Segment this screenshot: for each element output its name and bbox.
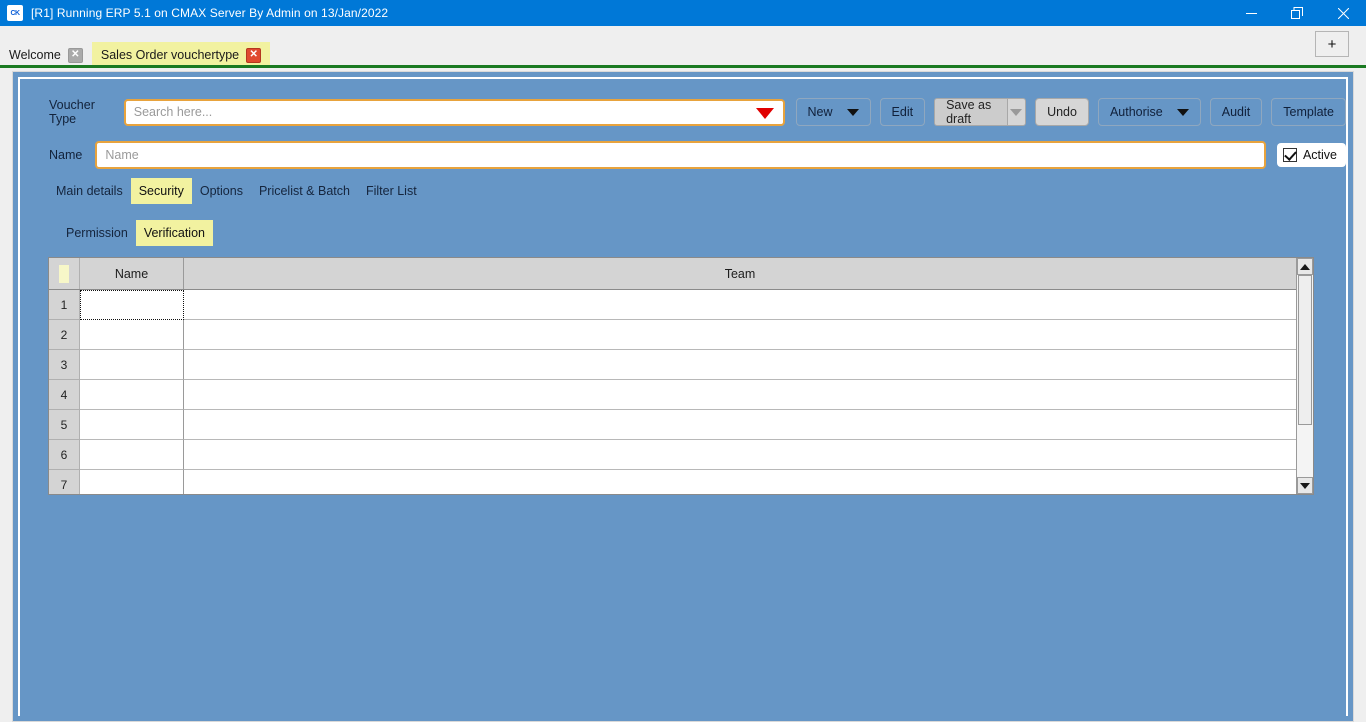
table-row[interactable]: 3 [49, 350, 1296, 380]
cell-team[interactable] [184, 320, 1296, 350]
row-number[interactable]: 5 [49, 410, 80, 440]
chevron-down-icon [846, 108, 859, 116]
voucher-type-row: Voucher Type New Edit Save as draft Undo… [20, 98, 1346, 126]
tab-security[interactable]: Security [130, 178, 192, 204]
grid-rows: 1234567 [49, 290, 1296, 494]
add-tab-button[interactable]: + [1315, 31, 1349, 57]
cell-name[interactable] [80, 350, 184, 380]
sub-tabs-underline [38, 244, 1338, 246]
tab-filter-list[interactable]: Filter List [358, 178, 425, 204]
minimize-button[interactable] [1228, 0, 1274, 26]
tab-label: Welcome [9, 48, 61, 62]
grid-select-all-icon [59, 264, 69, 283]
grid-scrollbar[interactable] [1296, 258, 1313, 494]
tab-permission[interactable]: Permission [58, 220, 136, 246]
name-input[interactable] [95, 141, 1266, 169]
close-icon[interactable]: ✕ [246, 47, 262, 63]
content-panel: Voucher Type New Edit Save as draft Undo… [12, 71, 1354, 722]
table-row[interactable]: 1 [49, 290, 1296, 320]
cell-name[interactable] [80, 320, 184, 350]
window-title: [R1] Running ERP 5.1 on CMAX Server By A… [31, 6, 389, 20]
scrollbar-thumb[interactable] [1298, 275, 1312, 425]
undo-button[interactable]: Undo [1035, 98, 1089, 126]
tab-pricelist-batch[interactable]: Pricelist & Batch [251, 178, 358, 204]
toolbar: New Edit Save as draft Undo Authorise Au… [795, 98, 1346, 126]
table-row[interactable]: 4 [49, 380, 1296, 410]
verification-grid: Name Team 1234567 [48, 257, 1314, 495]
chevron-down-icon [1176, 108, 1189, 116]
content-panel-inner: Voucher Type New Edit Save as draft Undo… [18, 77, 1348, 716]
scroll-down-button[interactable] [1297, 477, 1313, 494]
cell-team[interactable] [184, 290, 1296, 320]
sub-tabs: Permission Verification [20, 218, 1346, 246]
authorise-button-label: Authorise [1109, 105, 1163, 119]
scrollbar-track[interactable] [1297, 275, 1313, 477]
document-tabstrip: Welcome ✕ Sales Order vouchertype ✕ + [0, 26, 1366, 68]
tabstrip-divider [0, 65, 1366, 68]
voucher-type-search [123, 98, 785, 126]
row-number[interactable]: 6 [49, 440, 80, 470]
row-number[interactable]: 3 [49, 350, 80, 380]
new-button[interactable]: New [795, 98, 871, 126]
active-label: Active [1302, 148, 1337, 162]
scroll-up-button[interactable] [1297, 258, 1313, 275]
voucher-type-input[interactable] [123, 98, 785, 126]
active-checkbox[interactable]: Active [1276, 143, 1346, 167]
save-as-draft-button[interactable]: Save as draft [934, 98, 1027, 126]
tab-verification[interactable]: Verification [135, 220, 213, 246]
cell-name[interactable] [80, 440, 184, 470]
table-row[interactable]: 2 [49, 320, 1296, 350]
authorise-button[interactable]: Authorise [1097, 98, 1201, 126]
row-number[interactable]: 7 [49, 470, 80, 494]
arrow-up-icon [1300, 263, 1310, 270]
cell-team[interactable] [184, 470, 1296, 494]
app-icon: CK [7, 5, 23, 21]
window-titlebar: CK [R1] Running ERP 5.1 on CMAX Server B… [0, 0, 1366, 26]
row-number[interactable]: 2 [49, 320, 80, 350]
cell-team[interactable] [184, 410, 1296, 440]
cell-name[interactable] [80, 290, 184, 320]
cell-team[interactable] [184, 440, 1296, 470]
cell-team[interactable] [184, 350, 1296, 380]
main-tabs: Main details Security Options Pricelist … [20, 176, 1346, 204]
row-number[interactable]: 4 [49, 380, 80, 410]
grid-header: Name Team [49, 258, 1296, 290]
name-label: Name [49, 148, 83, 162]
name-row: Name Active [20, 141, 1346, 169]
row-number[interactable]: 1 [49, 290, 80, 320]
audit-button[interactable]: Audit [1209, 98, 1263, 126]
grid-corner-cell[interactable] [49, 258, 80, 289]
table-row[interactable]: 6 [49, 440, 1296, 470]
save-as-draft-dropdown[interactable] [1006, 98, 1027, 126]
grid-body: Name Team 1234567 [49, 258, 1296, 494]
edit-button[interactable]: Edit [879, 98, 926, 126]
chevron-down-icon[interactable] [755, 107, 774, 119]
column-header-name[interactable]: Name [80, 258, 184, 289]
close-button[interactable] [1320, 0, 1366, 26]
new-button-label: New [807, 105, 833, 119]
cell-name[interactable] [80, 470, 184, 494]
chevron-down-icon [1010, 108, 1023, 116]
table-row[interactable]: 5 [49, 410, 1296, 440]
arrow-down-icon [1300, 482, 1310, 489]
close-icon[interactable]: ✕ [67, 47, 83, 63]
table-row[interactable]: 7 [49, 470, 1296, 494]
window-controls [1228, 0, 1366, 26]
cell-name[interactable] [80, 410, 184, 440]
tab-label: Sales Order vouchertype [100, 48, 240, 62]
tab-main-details[interactable]: Main details [48, 178, 131, 204]
restore-button[interactable] [1274, 0, 1320, 26]
column-header-team[interactable]: Team [184, 258, 1296, 289]
cell-team[interactable] [184, 380, 1296, 410]
save-as-draft-label: Save as draft [934, 98, 1007, 126]
checkbox-checked-icon [1282, 148, 1297, 162]
cell-name[interactable] [80, 380, 184, 410]
template-button[interactable]: Template [1271, 98, 1346, 126]
voucher-type-label: Voucher Type [49, 98, 95, 126]
tab-options[interactable]: Options [192, 178, 251, 204]
